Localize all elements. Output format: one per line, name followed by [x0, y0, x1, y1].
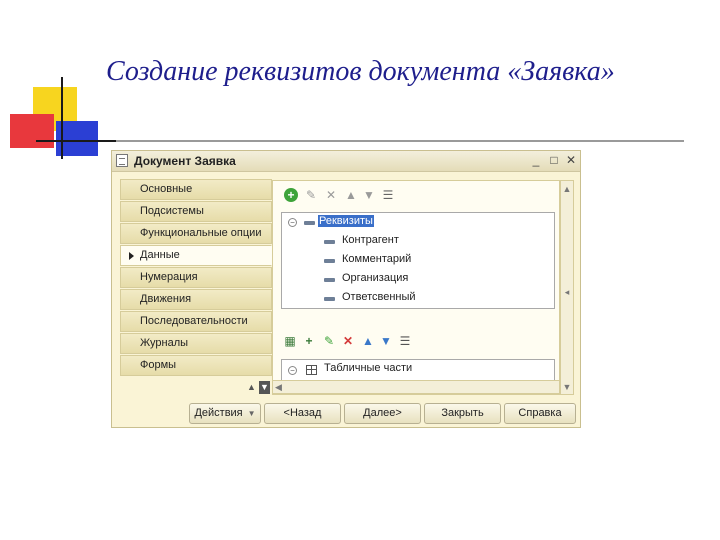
- close-window-button[interactable]: ✕: [563, 152, 579, 168]
- decor-vertical-line: [61, 77, 63, 159]
- button-label: Действия: [194, 407, 243, 419]
- data-pane: + ✎ ✕ ▲ ▼ ☰ − Реквизиты Контрагент Комме…: [272, 180, 560, 395]
- scroll-middle-icon: ◂: [564, 287, 570, 297]
- tab-label: Последовательности: [140, 315, 248, 327]
- table-icon: [306, 365, 317, 375]
- chevron-down-icon: ▼: [247, 409, 256, 418]
- collapse-icon[interactable]: −: [288, 366, 297, 375]
- attribute-icon: [324, 240, 335, 244]
- sort-list-icon[interactable]: ☰: [398, 334, 412, 348]
- tab-label: Движения: [140, 293, 192, 305]
- document-icon: [116, 154, 128, 167]
- attribute-group-icon: [304, 221, 315, 225]
- tab-dannye[interactable]: Данные: [120, 245, 272, 266]
- edit-icon[interactable]: ✎: [304, 188, 318, 202]
- tab-label: Данные: [140, 249, 180, 261]
- next-button[interactable]: Далее>: [344, 403, 421, 424]
- add-table-icon[interactable]: ▦: [283, 334, 297, 348]
- attribute-icon: [324, 259, 335, 263]
- move-up-icon[interactable]: ▲: [361, 334, 375, 348]
- tab-funktsionalnye-optsii[interactable]: Функциональные опции: [120, 223, 272, 244]
- active-tab-arrow-icon: [129, 252, 134, 260]
- tree-node-rekvizity[interactable]: Реквизиты: [318, 215, 374, 227]
- delete-icon[interactable]: ✕: [341, 334, 355, 348]
- maximize-button[interactable]: □: [546, 152, 562, 168]
- delete-icon[interactable]: ✕: [324, 188, 338, 202]
- collapse-icon[interactable]: −: [288, 218, 297, 227]
- tab-posledovatelnosti[interactable]: Последовательности: [120, 311, 272, 332]
- document-window: Документ Заявка _ □ ✕ Основные Подсистем…: [111, 150, 581, 428]
- add-icon[interactable]: +: [284, 188, 298, 202]
- add-row-icon[interactable]: +: [302, 334, 316, 348]
- back-button[interactable]: <Назад: [264, 403, 341, 424]
- tab-label: Формы: [140, 359, 177, 371]
- node-label: Реквизиты: [318, 215, 374, 227]
- decor-horizontal-line-dark: [36, 140, 116, 142]
- tree-node-tablichnye-chasti[interactable]: Табличные части: [324, 362, 412, 374]
- tab-osnovnye[interactable]: Основные: [120, 179, 272, 200]
- scroll-up-icon[interactable]: ▲: [561, 183, 573, 195]
- sort-list-icon[interactable]: ☰: [381, 188, 395, 202]
- decor-horizontal-line: [36, 140, 684, 142]
- tab-label: Основные: [140, 183, 193, 195]
- scroll-down-icon[interactable]: ▼: [561, 381, 573, 393]
- horizontal-scrollbar[interactable]: ◀: [272, 380, 560, 394]
- tab-numeratsiya[interactable]: Нумерация: [120, 267, 272, 288]
- close-button[interactable]: Закрыть: [424, 403, 501, 424]
- tree-node-attribute[interactable]: Ответсвенный: [342, 291, 416, 303]
- edit-icon[interactable]: ✎: [322, 334, 336, 348]
- slide-title: Создание реквизитов документа «Заявка»: [106, 56, 615, 87]
- tab-label: Журналы: [140, 337, 189, 349]
- tab-dvizheniya[interactable]: Движения: [120, 289, 272, 310]
- tab-formy[interactable]: Формы: [120, 355, 272, 376]
- tab-zhurnaly[interactable]: Журналы: [120, 333, 272, 354]
- tab-label: Нумерация: [140, 271, 198, 283]
- actions-dropdown-button[interactable]: Действия ▼: [189, 403, 261, 424]
- attributes-tree: − Реквизиты Контрагент Комментарий Орган…: [281, 212, 555, 309]
- minimize-button[interactable]: _: [528, 152, 544, 168]
- window-title: Документ Заявка: [134, 154, 236, 168]
- tab-label: Функциональные опции: [140, 227, 262, 239]
- tabs-scroll-down-icon[interactable]: ▼: [259, 381, 270, 394]
- vertical-scrollbar[interactable]: ▲ ◂ ▼: [560, 180, 574, 395]
- tabs-scroll-up-icon[interactable]: ▲: [246, 381, 257, 394]
- move-down-icon[interactable]: ▼: [379, 334, 393, 348]
- move-up-icon[interactable]: ▲: [344, 188, 358, 202]
- attribute-icon: [324, 278, 335, 282]
- tab-podsistemy[interactable]: Подсистемы: [120, 201, 272, 222]
- help-button[interactable]: Справка: [504, 403, 576, 424]
- tree-node-attribute[interactable]: Комментарий: [342, 253, 411, 265]
- tab-label: Подсистемы: [140, 205, 204, 217]
- attribute-icon: [324, 297, 335, 301]
- scroll-left-icon[interactable]: ◀: [275, 381, 282, 393]
- tree-node-attribute[interactable]: Организация: [342, 272, 408, 284]
- window-titlebar: Документ Заявка _ □ ✕: [112, 151, 580, 172]
- tree-node-attribute[interactable]: Контрагент: [342, 234, 399, 246]
- decor-red-square: [10, 114, 54, 148]
- move-down-icon[interactable]: ▼: [362, 188, 376, 202]
